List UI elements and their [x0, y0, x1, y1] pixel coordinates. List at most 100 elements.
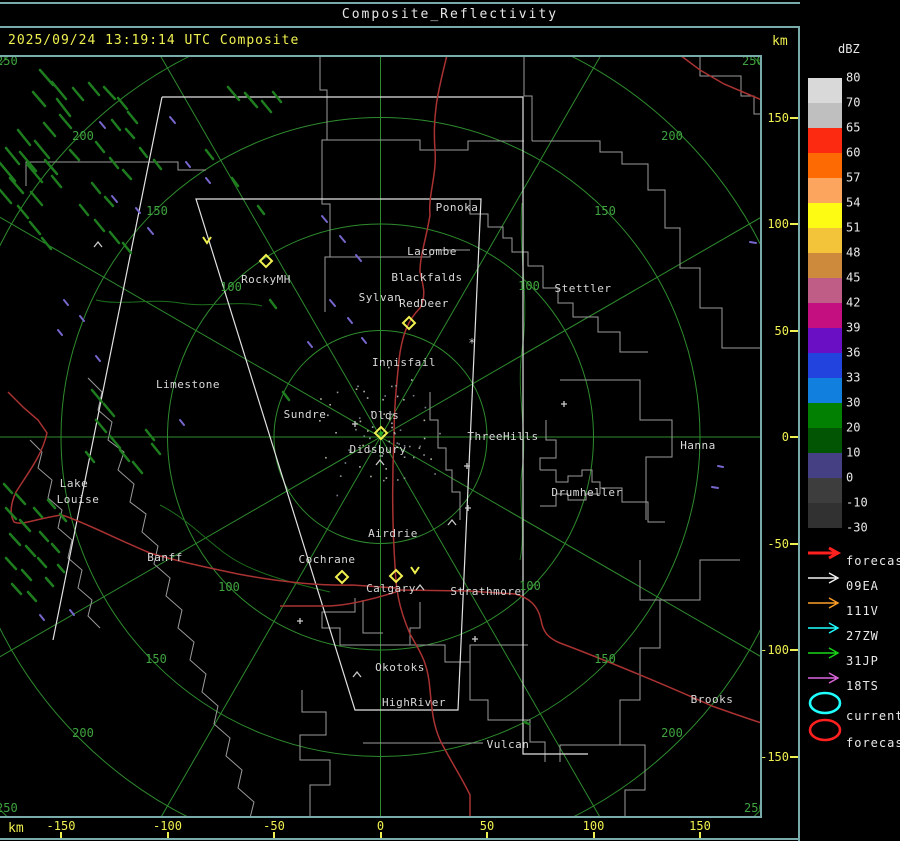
colorbar-swatch	[808, 78, 842, 103]
clutter-dot	[384, 395, 386, 397]
arrow-icon	[808, 672, 840, 684]
colorbar-label: 60	[846, 145, 861, 160]
colorbar-swatch	[808, 378, 842, 403]
colorbar-label: 70	[846, 95, 861, 110]
town-marker-caret	[93, 240, 103, 248]
colorbar-label: 39	[846, 320, 861, 335]
colorbar-label: 42	[846, 295, 861, 310]
legend-label: 31JP	[846, 654, 879, 668]
colorbar-label: 10	[846, 445, 861, 460]
clutter-dot	[412, 456, 415, 459]
colorbar-swatch	[808, 478, 842, 503]
right-axis-tick-label: -100	[760, 643, 789, 657]
city-label: Louise	[57, 493, 100, 506]
clutter-dot	[370, 475, 372, 478]
timestamp-label: 2025/09/24 13:19:14 UTC Composite	[8, 33, 300, 48]
right-axis: 150 100 50 0 -50 -100 -150	[760, 55, 798, 818]
clutter-dot	[396, 395, 399, 398]
arrow-icon	[808, 622, 840, 634]
colorbar-swatch	[808, 253, 842, 278]
clutter-dot	[410, 379, 413, 381]
clutter-dot	[403, 477, 406, 479]
clutter-dot	[393, 432, 396, 434]
range-ring-label: 150	[146, 204, 168, 218]
window-title: Composite_Reflectivity	[341, 7, 559, 22]
clutter-dot	[390, 385, 393, 388]
clutter-dot	[395, 384, 397, 387]
colorbar-label: 0	[846, 470, 854, 485]
clutter-dot	[412, 394, 415, 397]
clutter-dot	[424, 406, 427, 409]
colorbar-label: 45	[846, 270, 861, 285]
city-label: Sylvan	[359, 291, 402, 304]
town-marker-caret	[352, 670, 362, 678]
range-ring-label: 250	[0, 801, 18, 815]
city-label: Hanna	[680, 439, 716, 452]
title-bar-bottom-rule	[0, 26, 900, 28]
clutter-dot	[385, 477, 388, 479]
colorbar-swatch	[808, 328, 842, 353]
clutter-dot	[439, 432, 441, 435]
town-marker-asterisk: *	[468, 336, 475, 350]
track-arrow-forecast-icon	[806, 545, 844, 565]
city-label: Innisfail	[372, 356, 436, 369]
bottom-rule	[0, 838, 798, 840]
colorbar-label: -30	[846, 520, 868, 535]
clutter-dot	[391, 422, 393, 425]
legend-label: 18TS	[846, 679, 879, 693]
colorbar-label: 65	[846, 120, 861, 135]
range-ring-label: 100	[518, 279, 540, 293]
clutter-dot	[385, 468, 388, 470]
legend-label: current	[846, 709, 900, 723]
bottom-axis-tick-label: 50	[479, 819, 495, 833]
radar-site-center-dot	[379, 431, 383, 435]
map-canvas[interactable]: 2502001501002502001501002502001501002502…	[0, 55, 762, 818]
colorbar-swatch	[808, 228, 842, 253]
city-label: Stettler	[555, 282, 612, 295]
clutter-dot	[434, 473, 436, 475]
town-marker-plus	[561, 401, 567, 407]
town-marker-plus	[465, 505, 471, 511]
city-label: Limestone	[156, 378, 220, 391]
forecast-ellipse-icon	[806, 717, 844, 747]
radar-sector-outline	[52, 96, 588, 755]
colorbar-label: 57	[846, 170, 861, 185]
clutter-dot	[329, 403, 331, 406]
range-ring-label: 100	[218, 580, 240, 594]
colorbar-label: 30	[846, 395, 861, 410]
clutter-dot	[335, 432, 337, 434]
right-axis-tick	[790, 329, 798, 332]
site-markers: *	[93, 236, 567, 678]
bottom-axis: km -150 -100 -50 0 50 100 150	[0, 818, 798, 838]
clutter-dot	[327, 414, 329, 417]
range-ring-label: 200	[661, 726, 683, 740]
right-axis-unit-label: km	[772, 34, 788, 49]
town-marker-caret	[415, 583, 425, 591]
city-label: Lacombe	[407, 245, 457, 258]
range-ring-label: 150	[145, 652, 167, 666]
clutter-dot	[397, 479, 399, 481]
legend-label: 09EA	[846, 579, 879, 593]
city-label: Okotoks	[375, 661, 425, 674]
track-arrow-09EA-icon	[806, 570, 844, 590]
arrow-icon	[808, 572, 840, 584]
clutter-dot	[363, 435, 366, 437]
clutter-dot	[344, 462, 347, 464]
clutter-dot	[423, 437, 426, 440]
colorbar-swatch	[808, 503, 842, 528]
colorbar-swatch	[808, 203, 842, 228]
right-axis-tick	[790, 436, 798, 438]
right-axis-tick	[790, 649, 798, 651]
bottom-axis-tick-label: -100	[153, 819, 182, 833]
map-frame: 2502001501002502001501002502001501002502…	[0, 55, 762, 818]
bottom-axis-tick-label: -150	[46, 819, 76, 833]
bottom-axis-tick-label: 100	[582, 819, 605, 833]
track-arrow-31JP-icon	[806, 645, 844, 665]
bottom-axis-tick-label: 150	[689, 819, 711, 833]
right-axis-tick-label: 0	[781, 430, 789, 444]
rivers	[95, 202, 526, 593]
storm-check-marker	[410, 566, 420, 575]
colorbar-label: 51	[846, 220, 861, 235]
right-axis-tick	[790, 223, 798, 225]
radar-site-diamond-marker	[258, 253, 274, 269]
